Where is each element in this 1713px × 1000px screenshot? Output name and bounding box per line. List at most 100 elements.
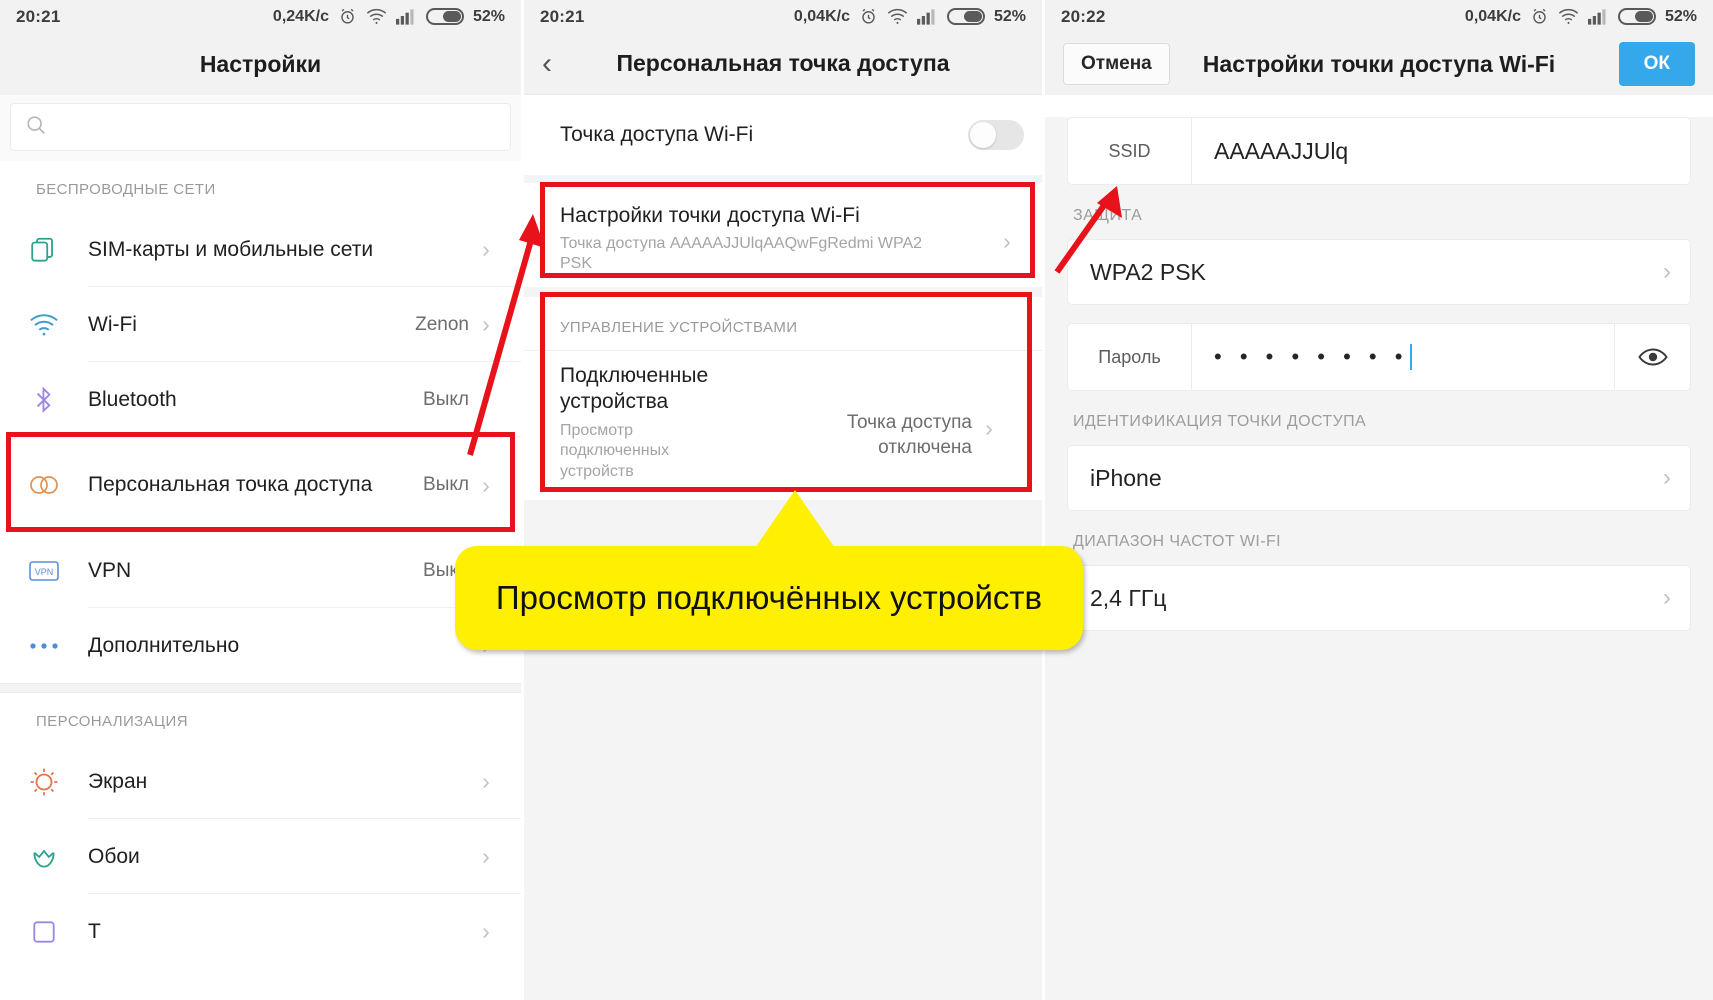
identity-value: iPhone xyxy=(1090,464,1162,491)
alarm-icon xyxy=(338,7,357,26)
chevron-right-icon: › xyxy=(482,311,490,337)
sidebar-item-label: Bluetooth xyxy=(88,387,177,411)
security-type-value: WPA2 PSK xyxy=(1090,258,1206,285)
identity-field[interactable]: iPhone › xyxy=(1067,445,1691,511)
sidebar-item-bluetooth[interactable]: Bluetooth Выкл › xyxy=(0,362,521,437)
wifi-icon xyxy=(0,313,88,337)
display-icon xyxy=(0,767,88,797)
connected-devices-label: Подключенные устройства xyxy=(560,364,709,414)
sidebar-item-label: Персональная точка доступа xyxy=(88,473,373,497)
page-title: Настройки точки доступа Wi-Fi xyxy=(1202,50,1556,77)
alarm-icon xyxy=(1530,7,1549,26)
cellular-signal-icon xyxy=(916,8,938,25)
status-network-speed: 0,04K/c xyxy=(1464,7,1521,25)
section-header-security: ЗАЩИТА xyxy=(1073,207,1143,224)
sidebar-item-label: Обои xyxy=(88,844,140,868)
sidebar-item-wifi[interactable]: Wi-Fi Zenon › xyxy=(0,287,521,362)
status-network-speed: 0,04K/c xyxy=(793,7,850,25)
sidebar-item-label: Дополнительно xyxy=(88,633,240,657)
status-time: 20:21 xyxy=(540,6,585,26)
group-header-personalization: ПЕРСОНАЛИЗАЦИЯ xyxy=(0,693,521,744)
svg-text:VPN: VPN xyxy=(35,567,54,577)
page-title-bar: ‹ Персональная точка доступа xyxy=(524,33,1042,95)
phone-screen-settings: 20:21 0,24K/c 52% Настройки БЕСПРОВОДНЫЕ… xyxy=(0,0,521,1000)
search-icon xyxy=(25,114,47,141)
sidebar-item-label: SIM-карты и мобильные сети xyxy=(88,237,374,261)
hotspot-settings-subtitle: Точка доступа AAAAAJJUlqAAQwFgRedmi WPA2… xyxy=(560,234,923,273)
chevron-right-icon: › xyxy=(1663,584,1671,611)
password-label: Пароль xyxy=(1068,324,1192,390)
wallpaper-icon xyxy=(0,842,88,872)
page-title: Настройки xyxy=(199,50,322,77)
page-title: Персональная точка доступа xyxy=(616,50,950,76)
ssid-value[interactable]: AAAAAJJUlq xyxy=(1192,138,1690,165)
status-bar: 20:21 0,24K/c 52% xyxy=(0,0,521,33)
chevron-right-icon: › xyxy=(482,471,490,498)
hotspot-toggle-row[interactable]: Точка доступа Wi-Fi xyxy=(524,95,1042,175)
hotspot-toggle-card: Точка доступа Wi-Fi xyxy=(524,95,1042,175)
section-header-identity: ИДЕНТИФИКАЦИЯ ТОЧКИ ДОСТУПА xyxy=(1073,413,1367,430)
more-icon xyxy=(0,640,88,652)
bluetooth-icon xyxy=(0,385,88,415)
hotspot-settings-row[interactable]: Настройки точки доступа Wi-Fi Точка дост… xyxy=(524,183,1042,287)
password-field[interactable]: Пароль • • • • • • • • xyxy=(1067,323,1691,391)
page-title-bar: Настройки xyxy=(0,33,521,95)
sidebar-item-more[interactable]: Дополнительно › xyxy=(0,608,521,683)
group-header-device-management: УПРАВЛЕНИЕ УСТРОЙСТВАМИ xyxy=(524,297,1042,350)
battery-icon xyxy=(946,8,985,25)
eye-icon[interactable] xyxy=(1614,324,1690,390)
cancel-button[interactable]: Отмена xyxy=(1063,43,1170,85)
callout-connected-devices: Просмотр подключённых устройств xyxy=(455,490,1083,650)
sidebar-item-personal-hotspot[interactable]: Персональная точка доступа Выкл › xyxy=(0,437,521,533)
device-management-card: УПРАВЛЕНИЕ УСТРОЙСТВАМИ Подключенные уст… xyxy=(524,297,1042,500)
battery-percent: 52% xyxy=(993,7,1026,25)
band-field[interactable]: 2,4 ГГц › xyxy=(1067,565,1691,631)
sidebar-item-wallpaper[interactable]: Обои › xyxy=(0,819,521,894)
phone-screen-hotspot-config: 20:22 0,04K/c 52% Отмена Настройки точки… xyxy=(1042,0,1713,1000)
cellular-signal-icon xyxy=(1587,8,1609,25)
sidebar-item-sim-cards[interactable]: SIM-карты и мобильные сети › xyxy=(0,212,521,287)
band-value: 2,4 ГГц xyxy=(1090,584,1167,611)
status-network-speed: 0,24K/c xyxy=(272,7,329,25)
battery-icon xyxy=(425,8,464,25)
sidebar-item-label: Wi-Fi xyxy=(88,312,137,336)
page-title-bar: Отмена Настройки точки доступа Wi-Fi ОК xyxy=(1045,33,1713,95)
section-header-band: ДИАПАЗОН ЧАСТОТ WI-FI xyxy=(1073,533,1281,550)
callout-tail xyxy=(755,490,835,548)
hotspot-settings-card: Настройки точки доступа Wi-Fi Точка дост… xyxy=(524,183,1042,287)
sidebar-item-value: Zenon xyxy=(415,313,469,335)
spacer xyxy=(524,287,1042,297)
sidebar-item-themes[interactable]: Т › xyxy=(0,894,521,969)
connected-devices-value: Точка доступа отключена xyxy=(846,412,972,458)
status-bar: 20:21 0,04K/c 52% xyxy=(524,0,1042,33)
password-value[interactable]: • • • • • • • • xyxy=(1192,344,1614,370)
spacer xyxy=(524,175,1042,183)
sidebar-item-value: Выкл xyxy=(423,474,469,495)
ok-button[interactable]: ОК xyxy=(1618,42,1695,86)
search-input[interactable] xyxy=(10,103,511,151)
callout-text: Просмотр подключённых устройств xyxy=(455,546,1083,650)
wifi-icon xyxy=(1558,8,1579,25)
section-divider xyxy=(0,683,521,693)
sidebar-item-label: VPN xyxy=(88,558,132,582)
cellular-signal-icon xyxy=(395,8,417,25)
text-caret xyxy=(1410,344,1413,370)
chevron-right-icon: › xyxy=(1003,227,1011,254)
chevron-right-icon: › xyxy=(482,768,490,794)
hotspot-toggle-switch[interactable] xyxy=(968,120,1024,150)
chevron-right-icon: › xyxy=(1663,258,1671,285)
connected-devices-subtitle: Просмотр подключенных устройств xyxy=(560,421,670,481)
sidebar-item-vpn[interactable]: VPN VPN Выкл › xyxy=(0,533,521,608)
wifi-icon xyxy=(887,8,908,25)
chevron-right-icon: › xyxy=(482,918,490,944)
connected-devices-row[interactable]: Подключенные устройства Просмотр подключ… xyxy=(524,350,1042,500)
screenshot-collage: 20:21 0,24K/c 52% Настройки БЕСПРОВОДНЫЕ… xyxy=(0,0,1713,1000)
vpn-icon: VPN xyxy=(0,559,88,583)
sidebar-item-display[interactable]: Экран › xyxy=(0,744,521,819)
ssid-field[interactable]: SSID AAAAAJJUlq xyxy=(1067,117,1691,185)
hotspot-toggle-label: Точка доступа Wi-Fi xyxy=(560,123,754,147)
ssid-label: SSID xyxy=(1068,118,1192,184)
sidebar-item-value: Выкл xyxy=(423,388,469,410)
security-type-field[interactable]: WPA2 PSK › xyxy=(1067,239,1691,305)
back-arrow-icon[interactable]: ‹ xyxy=(542,48,552,79)
